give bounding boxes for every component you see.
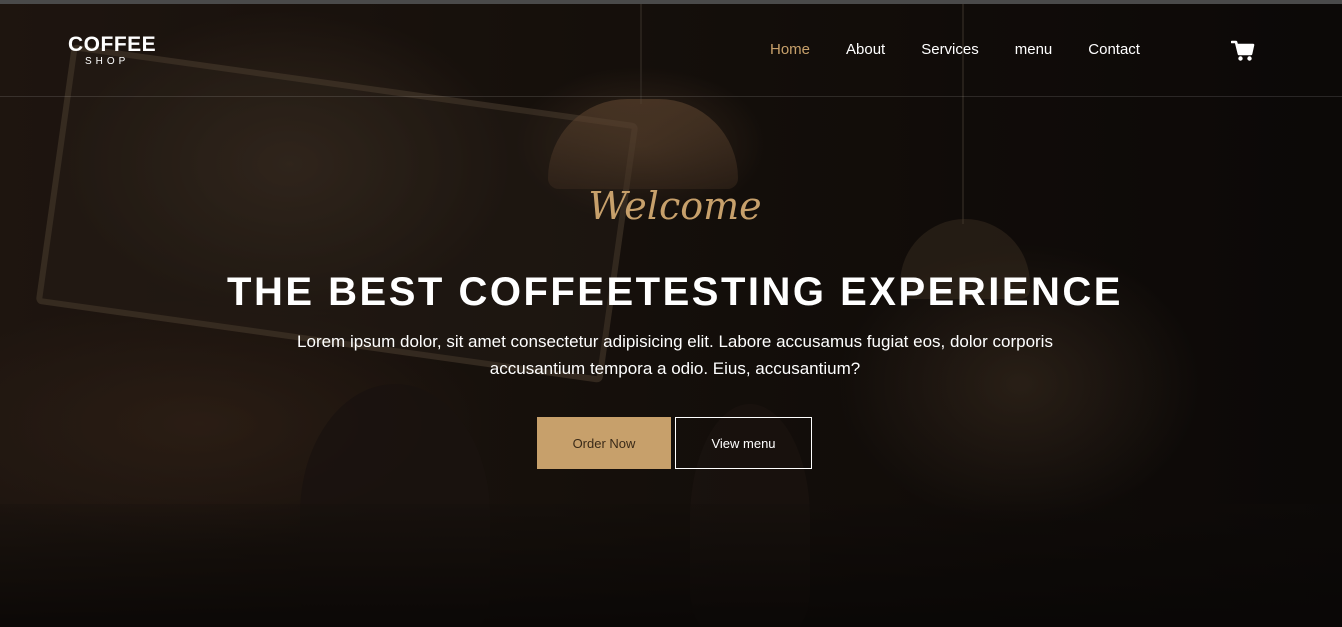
hero-headline: THE BEST COFFEETESTING EXPERIENCE (227, 270, 1123, 314)
nav-link-contact[interactable]: Contact (1088, 41, 1140, 58)
brand-name: COFFEE (68, 33, 157, 56)
welcome-script-heading: Welcome (588, 184, 762, 228)
site-header: COFFEE SHOP Home About Services menu Con… (0, 4, 1342, 97)
hero-background-image (0, 4, 1342, 627)
brand-logo[interactable]: COFFEE SHOP (68, 34, 168, 68)
hero-description: Lorem ipsum dolor, sit amet consectetur … (297, 332, 1053, 378)
nav-link-about[interactable]: About (846, 41, 885, 58)
nav-link-home[interactable]: Home (770, 41, 810, 58)
dark-overlay (0, 4, 1342, 627)
main-nav: Home About Services menu Contact (770, 41, 1176, 58)
brand-subtitle: SHOP (85, 56, 130, 67)
nav-link-services[interactable]: Services (921, 41, 979, 58)
order-now-button[interactable]: Order Now (537, 417, 671, 469)
view-menu-button[interactable]: View menu (675, 417, 812, 469)
cart-icon[interactable] (1230, 40, 1255, 62)
nav-link-menu[interactable]: menu (1015, 41, 1053, 58)
